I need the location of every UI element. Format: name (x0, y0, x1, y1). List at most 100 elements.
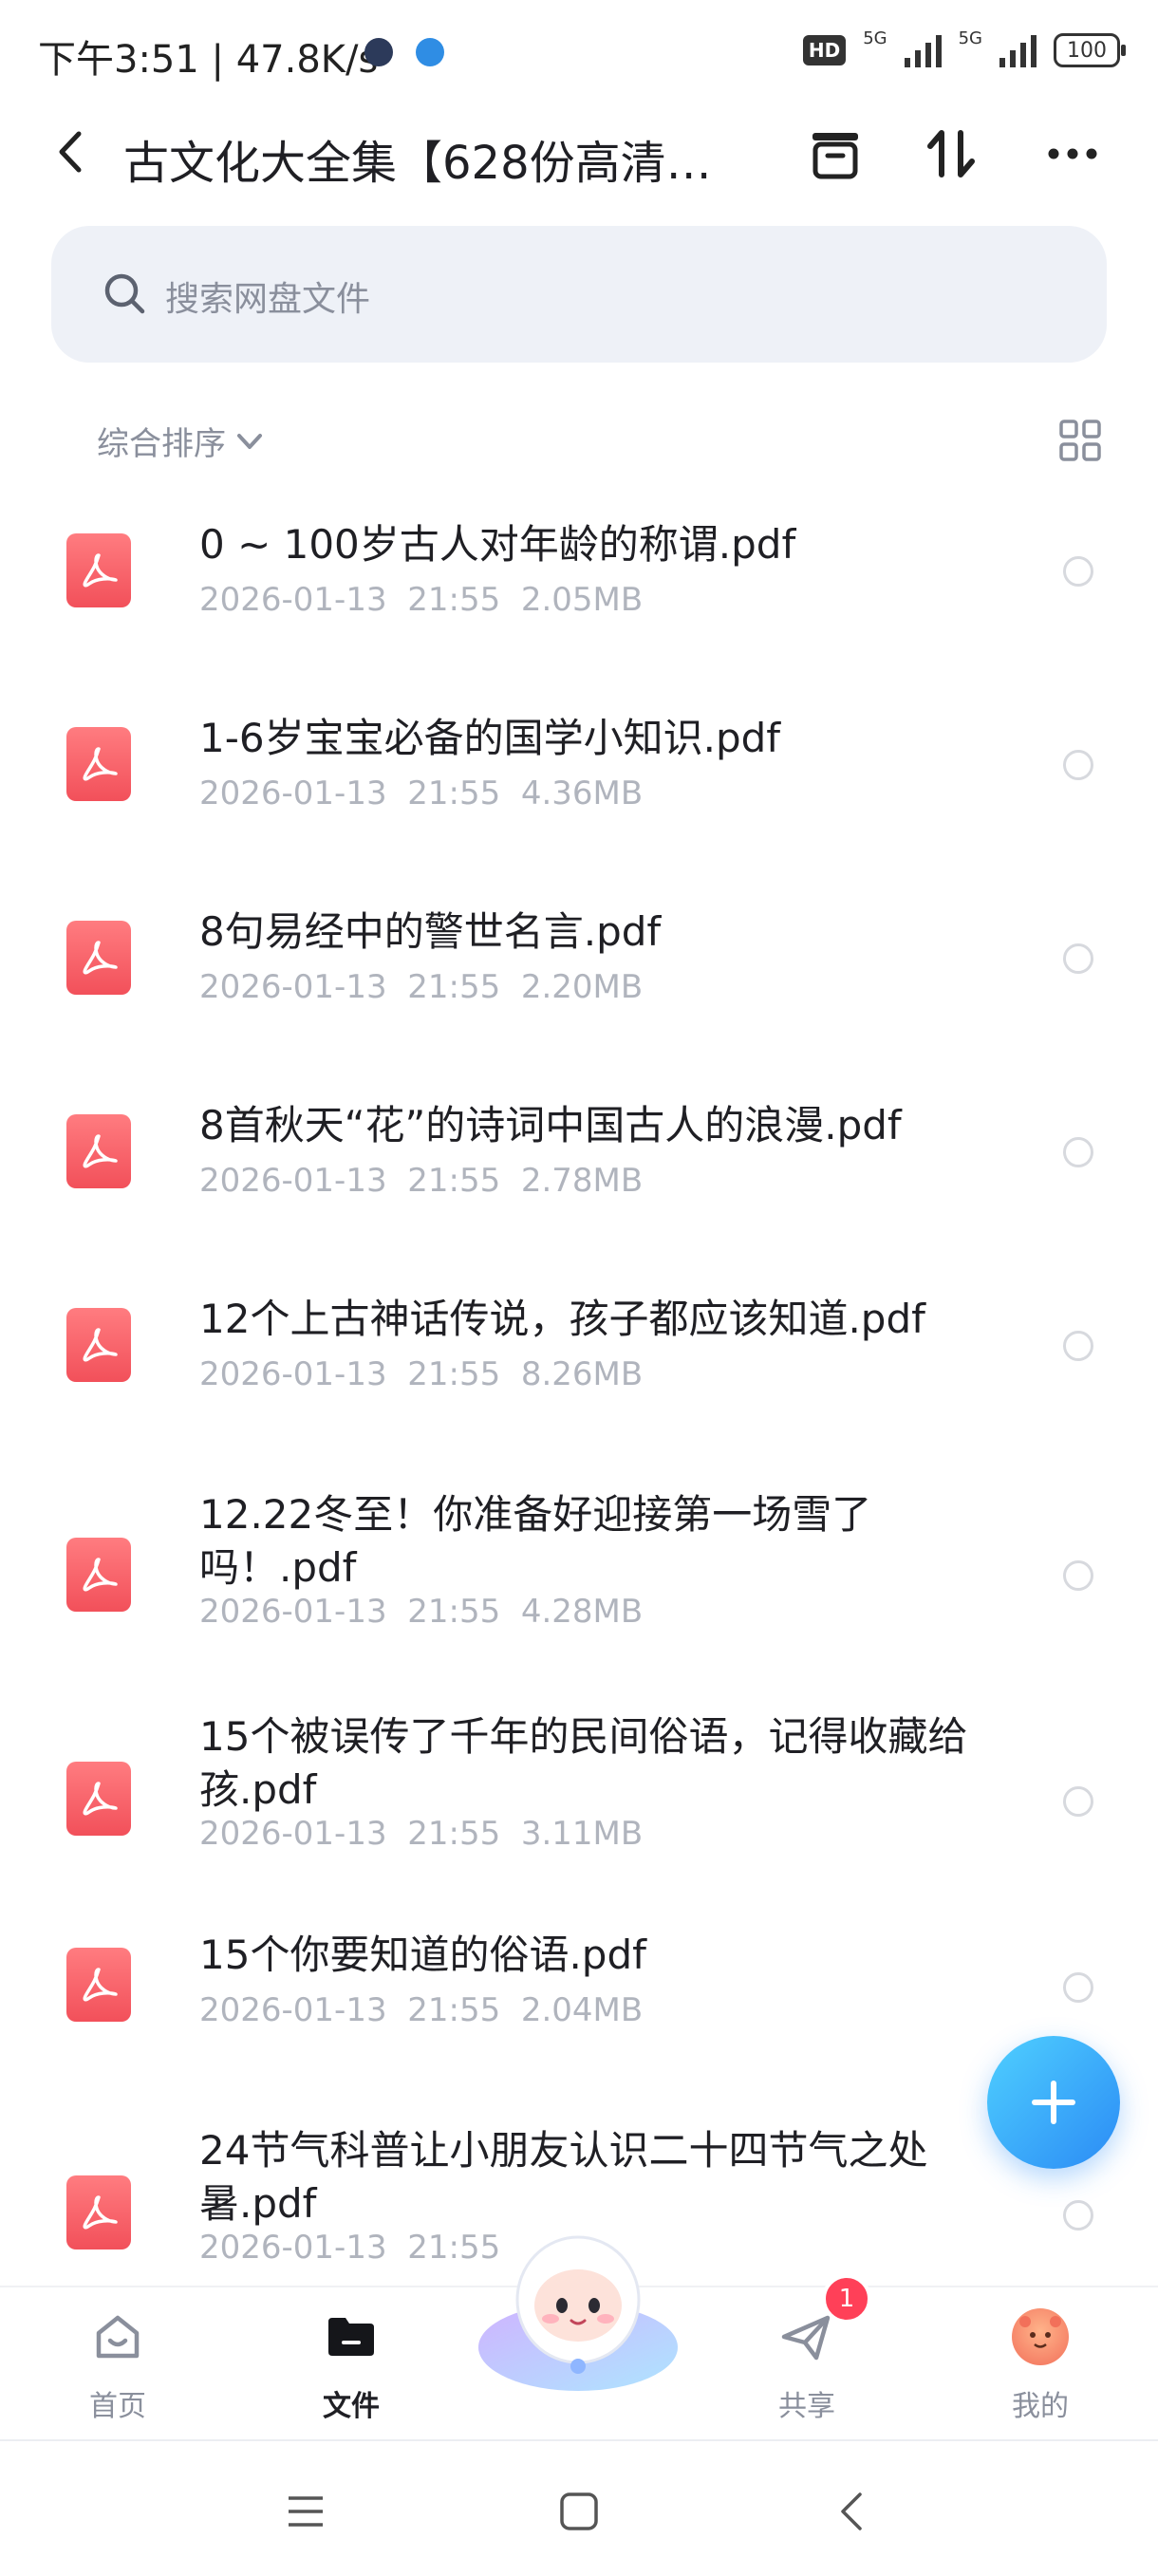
file-name: 12.22冬至！你准备好迎接第一场雪了吗！.pdf (199, 1491, 872, 1591)
pdf-file-icon (66, 921, 131, 995)
grid-view-icon[interactable] (1057, 418, 1103, 463)
file-row[interactable]: 8句易经中的警世名言.pdf 2026-01-13 21:55 2.20MB (0, 869, 1158, 1063)
file-size: 2.20MB (520, 968, 644, 1006)
select-checkbox[interactable] (1063, 943, 1093, 974)
file-meta: 2026-01-13 21:55 (199, 2229, 521, 2267)
select-checkbox[interactable] (1063, 1560, 1093, 1591)
hd-icon: HD (802, 35, 847, 65)
file-size: 2.78MB (520, 1162, 644, 1200)
select-checkbox[interactable] (1063, 1786, 1093, 1817)
nav-profile[interactable]: 我的 (945, 2287, 1135, 2439)
file-time: 21:55 (407, 1355, 501, 1393)
file-row[interactable]: 8首秋天“花”的诗词中国古人的浪漫.pdf 2026-01-13 21:55 2… (0, 1063, 1158, 1257)
sort-row: 综合排序 (0, 408, 1158, 475)
mascot-icon[interactable] (475, 2226, 682, 2395)
file-name: 12个上古神话传说，孩子都应该知道.pdf (199, 1296, 925, 1342)
file-date: 2026-01-13 (199, 581, 387, 619)
file-date: 2026-01-13 (199, 1355, 387, 1393)
file-date: 2026-01-13 (199, 775, 387, 812)
pdf-file-icon (66, 1114, 131, 1188)
nav-share[interactable]: 共享 (712, 2287, 902, 2439)
nav-files[interactable]: 文件 (256, 2287, 446, 2439)
file-size: 4.28MB (520, 1593, 644, 1631)
file-time: 21:55 (407, 1815, 501, 1853)
file-time: 21:55 (407, 581, 501, 619)
more-icon[interactable] (1042, 123, 1103, 184)
file-date: 2026-01-13 (199, 2229, 387, 2267)
file-size: 3.11MB (520, 1815, 644, 1853)
file-list: 0 ~ 100岁古人对年龄的称谓.pdf 2026-01-13 21:55 2.… (0, 482, 1158, 2286)
archive-icon[interactable] (805, 123, 866, 184)
file-time: 21:55 (407, 1991, 501, 2029)
file-meta: 2026-01-13 21:55 2.20MB (199, 968, 643, 1006)
file-time: 21:55 (407, 968, 501, 1006)
status-time-speed: 下午3:51 | 47.8K/s (38, 38, 379, 82)
search-icon (104, 273, 145, 314)
folder-icon (328, 2318, 374, 2356)
file-time: 21:55 (407, 1162, 501, 1200)
chevron-down-icon (237, 433, 262, 449)
select-checkbox[interactable] (1063, 750, 1093, 780)
file-meta: 2026-01-13 21:55 2.05MB (199, 581, 643, 619)
plus-icon (1032, 2081, 1075, 2124)
pdf-file-icon (66, 727, 131, 801)
file-time: 21:55 (407, 775, 501, 812)
title-bar: 古文化大全集【628份高清… (0, 104, 1158, 199)
file-meta: 2026-01-13 21:55 3.11MB (199, 1815, 643, 1853)
select-checkbox[interactable] (1063, 1331, 1093, 1361)
pdf-file-icon (66, 2175, 131, 2249)
file-size: 2.05MB (520, 581, 644, 619)
page-title: 古文化大全集【628份高清… (123, 137, 712, 190)
nav-label: 文件 (323, 2390, 380, 2423)
signal-icon-1 (904, 33, 942, 67)
file-meta: 2026-01-13 21:55 4.28MB (199, 1593, 643, 1631)
status-indicators: HD 5G 5G 100 (802, 28, 1126, 72)
file-size: 4.36MB (520, 775, 644, 812)
file-row[interactable]: 15个被误传了千年的民间俗语，记得收藏给孩.pdf 2026-01-13 21:… (0, 1684, 1158, 1917)
file-meta: 2026-01-13 21:55 8.26MB (199, 1355, 643, 1393)
select-checkbox[interactable] (1063, 1137, 1093, 1167)
select-checkbox[interactable] (1063, 2200, 1093, 2231)
add-button[interactable] (987, 2036, 1120, 2169)
chevron-left-icon[interactable] (46, 127, 95, 177)
search-placeholder: 搜索网盘文件 (165, 280, 371, 319)
app-notification-icon (364, 38, 393, 66)
sort-label: 综合排序 (97, 425, 226, 463)
share-icon (781, 2315, 831, 2361)
file-time: 21:55 (407, 1593, 501, 1631)
file-row[interactable]: 12.22冬至！你准备好迎接第一场雪了吗！.pdf 2026-01-13 21:… (0, 1450, 1158, 1684)
pdf-file-icon (66, 1308, 131, 1382)
file-name: 8首秋天“花”的诗词中国古人的浪漫.pdf (199, 1102, 902, 1148)
menu-icon[interactable] (285, 2491, 327, 2532)
signal-icon-2 (999, 33, 1037, 67)
nav-label: 共享 (778, 2390, 835, 2423)
file-name: 1-6岁宝宝必备的国学小知识.pdf (199, 715, 781, 761)
nav-label: 首页 (89, 2390, 146, 2423)
back-icon[interactable] (831, 2491, 873, 2532)
home-square-icon[interactable] (558, 2491, 600, 2532)
select-checkbox[interactable] (1063, 1972, 1093, 2003)
upload-notification-icon (416, 38, 444, 66)
nav-label: 我的 (1012, 2390, 1069, 2423)
file-size: 2.04MB (520, 1991, 644, 2029)
sort-icon[interactable] (921, 123, 981, 184)
file-date: 2026-01-13 (199, 968, 387, 1006)
file-row[interactable]: 0 ~ 100岁古人对年龄的称谓.pdf 2026-01-13 21:55 2.… (0, 482, 1158, 676)
file-date: 2026-01-13 (199, 1162, 387, 1200)
pdf-file-icon (66, 533, 131, 607)
select-checkbox[interactable] (1063, 556, 1093, 587)
file-row[interactable]: 1-6岁宝宝必备的国学小知识.pdf 2026-01-13 21:55 4.36… (0, 676, 1158, 869)
file-name: 15个被误传了千年的民间俗语，记得收藏给孩.pdf (199, 1713, 968, 1813)
network-type-1: 5G (863, 28, 887, 48)
file-name: 0 ~ 100岁古人对年龄的称谓.pdf (199, 521, 796, 568)
file-size: 8.26MB (520, 1355, 644, 1393)
file-date: 2026-01-13 (199, 1991, 387, 2029)
pdf-file-icon (66, 1538, 131, 1612)
file-row[interactable]: 12个上古神话传说，孩子都应该知道.pdf 2026-01-13 21:55 8… (0, 1257, 1158, 1450)
search-input[interactable]: 搜索网盘文件 (51, 226, 1107, 363)
battery-icon: 100 (1054, 33, 1126, 67)
file-row[interactable]: 15个你要知道的俗语.pdf 2026-01-13 21:55 2.04MB (0, 1917, 1158, 2098)
nav-home[interactable]: 首页 (23, 2287, 213, 2439)
file-meta: 2026-01-13 21:55 4.36MB (199, 775, 643, 812)
sort-dropdown[interactable]: 综合排序 (97, 418, 266, 464)
